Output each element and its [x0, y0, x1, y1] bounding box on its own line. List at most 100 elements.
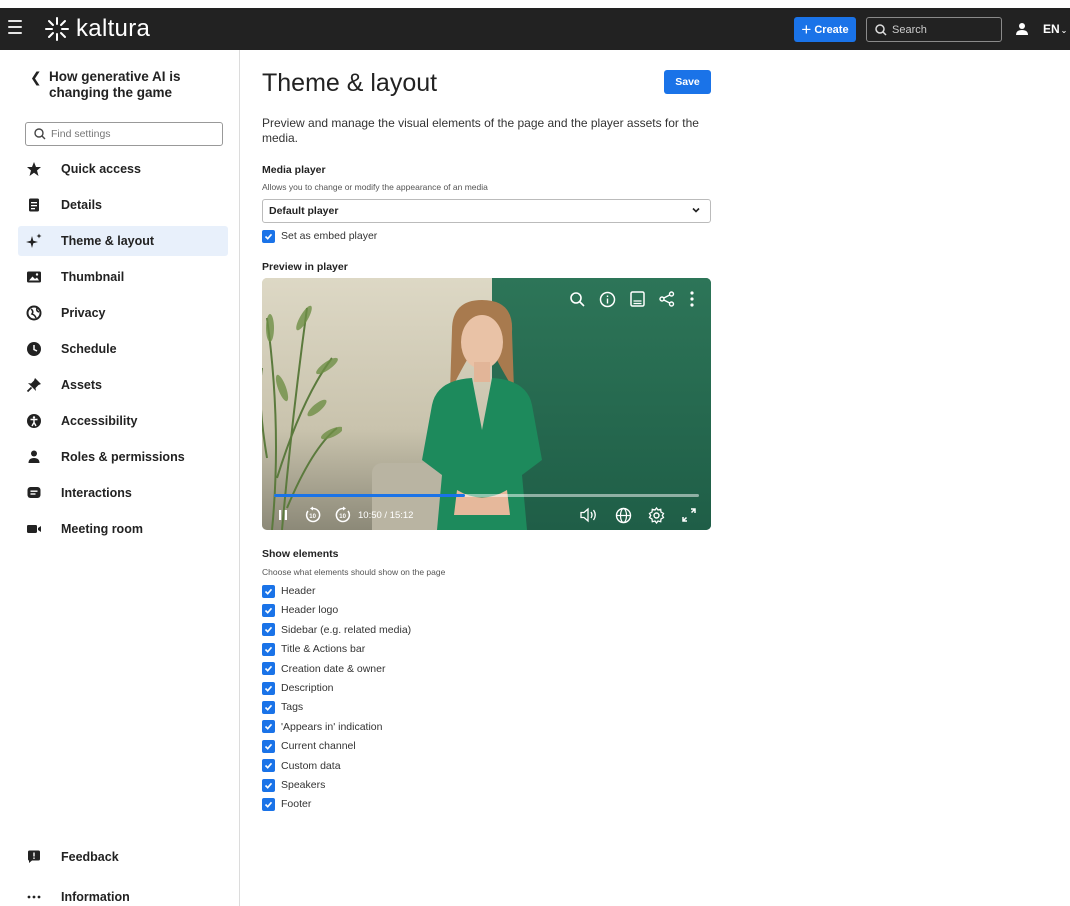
sidebar-item-label: Thumbnail: [61, 270, 125, 284]
show-element-checkbox[interactable]: Tags: [262, 700, 303, 714]
sidebar-item-interactions[interactable]: Interactions: [18, 478, 228, 508]
checkmark-icon: [264, 685, 273, 692]
checkbox-checked[interactable]: [262, 739, 275, 753]
fullscreen-icon[interactable]: [681, 507, 697, 523]
sidebar-item-details[interactable]: Details: [18, 190, 228, 220]
more-dots-icon: [27, 895, 41, 899]
checkbox-label: 'Appears in' indication: [281, 720, 383, 733]
find-placeholder: Find settings: [51, 128, 111, 140]
sidebar-item-label: Details: [61, 198, 102, 212]
page-title: Theme & layout: [262, 69, 438, 97]
show-element-checkbox[interactable]: Footer: [262, 797, 311, 811]
pause-icon[interactable]: [276, 508, 290, 522]
sidebar-item-meeting-room[interactable]: Meeting room: [18, 514, 228, 544]
chevron-down-icon: [692, 207, 700, 213]
image-icon: [27, 271, 41, 283]
checkbox-checked[interactable]: [262, 662, 275, 676]
search-icon[interactable]: [569, 291, 585, 307]
player-top-controls: [569, 290, 695, 308]
transcript-icon[interactable]: [630, 291, 645, 307]
user-icon[interactable]: [1015, 22, 1029, 36]
checkbox-checked[interactable]: [262, 720, 275, 734]
media-title: How generative AI is changing the game: [49, 69, 181, 100]
sidebar-item-theme-layout[interactable]: Theme & layout: [18, 226, 228, 256]
show-element-checkbox[interactable]: Custom data: [262, 759, 341, 773]
checkbox-checked[interactable]: [262, 759, 275, 773]
checkbox-label: Title & Actions bar: [281, 643, 366, 656]
checkmark-icon: [264, 782, 273, 789]
find-settings-input[interactable]: Find settings: [25, 122, 223, 146]
pin-icon: [26, 378, 41, 393]
checkbox-label: Header logo: [281, 604, 339, 617]
checkbox-checked[interactable]: [262, 700, 275, 714]
sidebar-item-accessibility[interactable]: Accessibility: [18, 406, 228, 436]
search-icon: [875, 23, 887, 36]
checkbox-checked[interactable]: [262, 584, 275, 598]
checkmark-icon: [264, 724, 273, 731]
video-player-preview[interactable]: 10 10 10:50 / 15:12: [262, 278, 711, 530]
sidebar-item-information[interactable]: Information: [18, 882, 228, 906]
sidebar-item-feedback[interactable]: Feedback: [18, 842, 228, 872]
player-select[interactable]: Default player: [262, 199, 711, 223]
player-progress-bar[interactable]: [274, 494, 699, 497]
sidebar-item-label: Feedback: [61, 850, 119, 864]
rewind-10-icon[interactable]: 10: [304, 506, 322, 524]
show-element-checkbox[interactable]: Speakers: [262, 778, 325, 792]
settings-gear-icon[interactable]: [648, 506, 665, 524]
sidebar-item-thumbnail[interactable]: Thumbnail: [18, 262, 228, 292]
show-element-checkbox[interactable]: Header: [262, 584, 315, 598]
language-label: EN: [1043, 22, 1060, 36]
chevron-down-icon: ⌄: [1060, 26, 1068, 35]
checkmark-icon: [264, 665, 273, 672]
more-vertical-icon[interactable]: [689, 290, 695, 308]
sidebar-item-roles-permissions[interactable]: Roles & permissions: [18, 442, 228, 472]
show-elements-description: Choose what elements should show on the …: [262, 567, 446, 577]
sidebar-item-quick-access[interactable]: Quick access: [18, 154, 228, 184]
volume-icon[interactable]: [579, 507, 599, 523]
checkmark-icon: [264, 704, 273, 711]
checkbox-checked[interactable]: [262, 681, 275, 695]
sidebar-item-schedule[interactable]: Schedule: [18, 334, 228, 364]
show-element-checkbox[interactable]: Sidebar (e.g. related media): [262, 623, 411, 637]
show-element-checkbox[interactable]: Description: [262, 681, 334, 695]
show-element-checkbox[interactable]: Creation date & owner: [262, 662, 385, 676]
checkbox-checked[interactable]: [262, 229, 275, 243]
sidebar-item-privacy[interactable]: Privacy: [18, 298, 228, 328]
info-icon[interactable]: [599, 291, 616, 308]
person-icon: [28, 450, 40, 463]
sidebar-item-label: Information: [61, 890, 130, 904]
video-camera-icon: [27, 525, 41, 533]
language-globe-icon[interactable]: [615, 507, 632, 524]
checkbox-label: Set as embed player: [281, 230, 378, 242]
top-bar: kaltura + Create Search EN⌄: [0, 8, 1070, 50]
sidebar-item-label: Assets: [61, 378, 102, 392]
checkbox-checked[interactable]: [262, 797, 275, 811]
search-input[interactable]: Search: [866, 17, 1002, 42]
show-element-checkbox[interactable]: Current channel: [262, 739, 356, 753]
checkbox-label: Current channel: [281, 740, 356, 753]
kaltura-logo[interactable]: kaltura: [44, 15, 150, 43]
share-icon[interactable]: [659, 291, 675, 307]
save-button[interactable]: Save: [664, 70, 711, 94]
checkmark-icon: [264, 233, 273, 240]
create-button[interactable]: + Create: [794, 17, 856, 42]
sidebar-item-assets[interactable]: Assets: [18, 370, 228, 400]
checkbox-checked[interactable]: [262, 603, 275, 617]
show-element-checkbox[interactable]: Title & Actions bar: [262, 642, 365, 656]
sidebar-item-label: Quick access: [61, 162, 141, 176]
embed-player-checkbox[interactable]: Set as embed player: [262, 229, 377, 243]
star-icon: [27, 162, 41, 176]
sparkles-icon: [26, 233, 42, 248]
kaltura-burst-icon: [45, 17, 69, 41]
media-player-description: Allows you to change or modify the appea…: [262, 182, 488, 192]
hamburger-menu-icon[interactable]: [8, 20, 22, 36]
search-placeholder: Search: [892, 23, 927, 36]
chevron-left-icon[interactable]: ❮: [30, 69, 42, 86]
language-selector[interactable]: EN⌄: [1043, 22, 1067, 36]
checkbox-checked[interactable]: [262, 623, 275, 637]
show-element-checkbox[interactable]: Header logo: [262, 603, 338, 617]
forward-10-icon[interactable]: 10: [334, 506, 352, 524]
checkbox-checked[interactable]: [262, 642, 275, 656]
show-element-checkbox[interactable]: 'Appears in' indication: [262, 720, 383, 734]
checkbox-checked[interactable]: [262, 778, 275, 792]
